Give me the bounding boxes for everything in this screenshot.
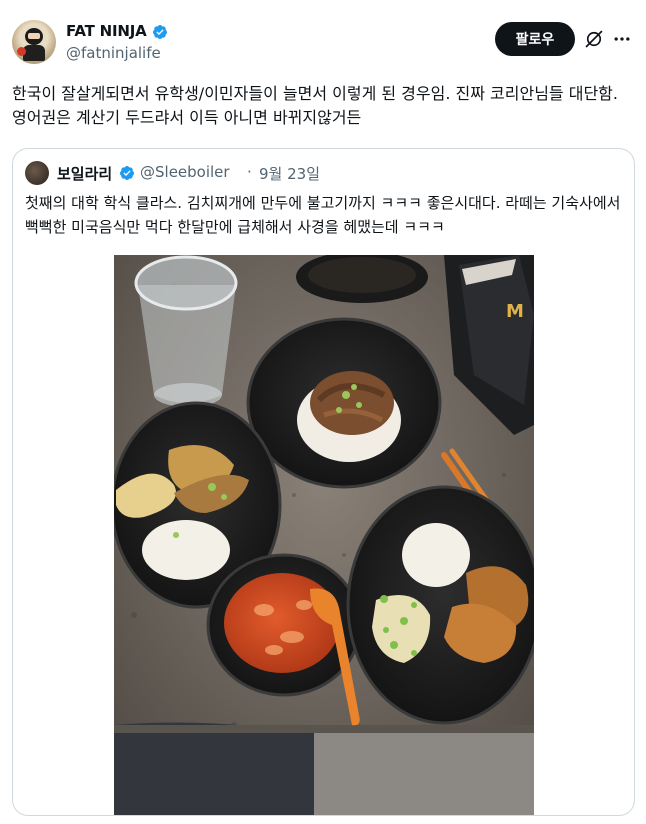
food-photo[interactable]: M (114, 255, 534, 815)
quoted-text: 첫째의 대학 학식 클라스. 김치찌개에 만두에 불고기까지 ㅋㅋㅋ 좋은시대다… (25, 194, 621, 236)
quoted-handle: @Sleeboiler (140, 163, 230, 181)
svg-text:M: M (506, 301, 524, 322)
avatar-ninja-face (28, 33, 40, 39)
author-display-name[interactable]: FAT NINJA (66, 22, 147, 40)
quoted-verified-badge-icon (120, 166, 134, 180)
quoted-tweet[interactable]: 보일라리 @Sleeboiler · 9월 23일 첫째의 대학 학식 클라스.… (12, 148, 635, 816)
avatar-ball (17, 47, 26, 56)
avatar-ninja-body (23, 45, 45, 61)
grok-icon[interactable] (584, 29, 604, 49)
food-photo-illustration: M (114, 255, 534, 815)
quoted-date: 9월 23일 (259, 165, 320, 183)
quoted-author-avatar (25, 161, 49, 185)
tweet-text: 한국이 잘살게되면서 유학생/이민자들이 늘면서 이렇게 된 경우임. 진짜 코… (12, 84, 618, 127)
author-handle[interactable]: @fatninjalife (66, 44, 161, 62)
more-options-icon[interactable] (612, 29, 632, 49)
author-avatar[interactable] (12, 20, 56, 64)
verified-badge-icon (153, 25, 167, 39)
quoted-display-name: 보일라리 (57, 165, 113, 183)
follow-button[interactable]: 팔로우 (495, 22, 575, 56)
quoted-separator: · (247, 163, 252, 181)
